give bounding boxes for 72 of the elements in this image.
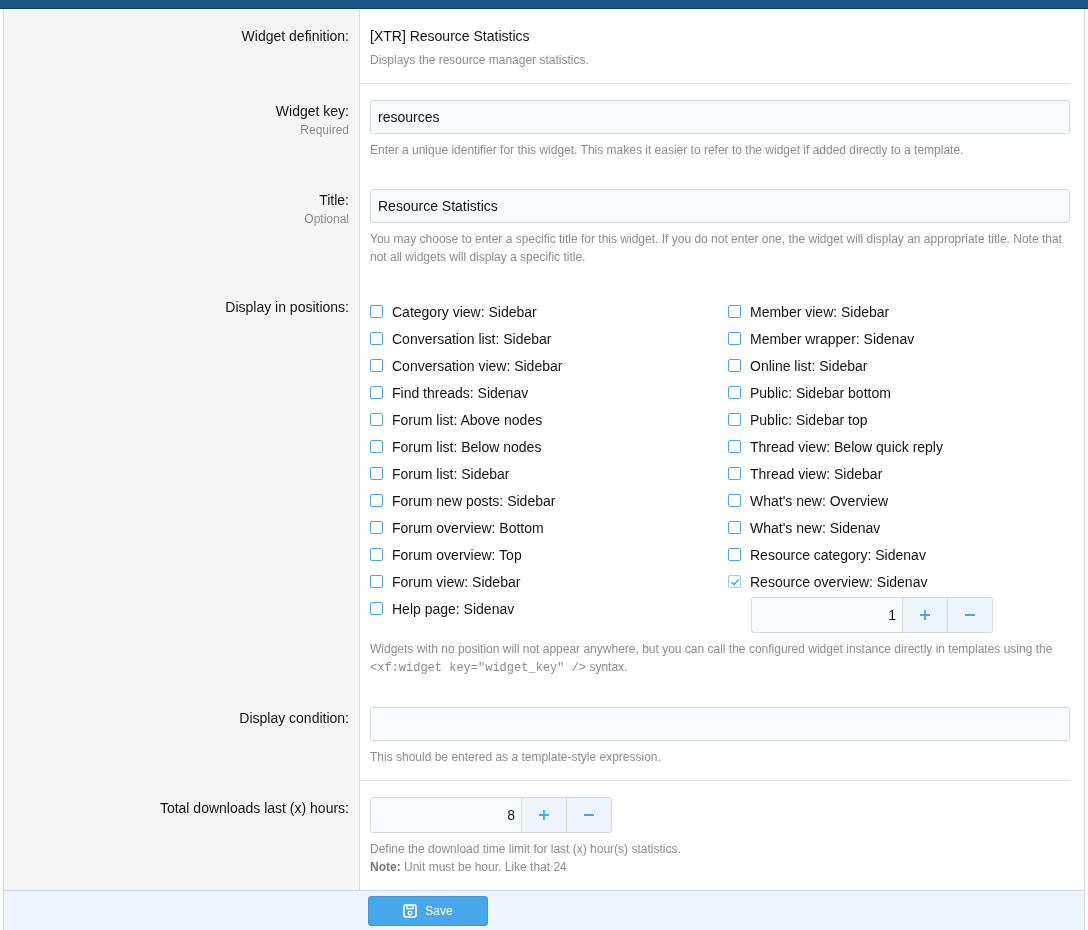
checkbox[interactable] bbox=[370, 332, 383, 345]
position-checkbox[interactable]: Category view: Sidebar bbox=[370, 298, 728, 325]
checkbox[interactable] bbox=[728, 575, 741, 588]
number-spinner[interactable]: 1 bbox=[751, 597, 993, 633]
position-checkbox[interactable]: Conversation view: Sidebar bbox=[370, 352, 728, 379]
number-spinner[interactable]: 8 bbox=[370, 797, 612, 833]
position-checkbox[interactable]: Thread view: Sidebar bbox=[728, 460, 1070, 487]
checkbox[interactable] bbox=[370, 305, 383, 318]
checkbox[interactable] bbox=[728, 386, 741, 399]
position-checkbox[interactable]: Conversation list: Sidebar bbox=[370, 325, 728, 352]
checkbox[interactable] bbox=[728, 305, 741, 318]
field-label: Total downloads last (x) hours: bbox=[159, 800, 349, 816]
input-field[interactable]: Resource Statistics bbox=[370, 189, 1070, 223]
position-checkbox[interactable]: What's new: Overview bbox=[728, 487, 1070, 514]
position-checkbox[interactable]: Member wrapper: Sidenav bbox=[728, 325, 1070, 352]
position-checkbox[interactable]: Forum list: Above nodes bbox=[370, 406, 728, 433]
optional-label: Optional bbox=[304, 212, 349, 226]
hint-text: Widgets with no position will not appear anywhere, but you can call the configured widget instance directly in templates using the <xf:widget key="widget_key" /> syntax. bbox=[370, 641, 1054, 677]
plus-icon bbox=[919, 609, 931, 621]
number-input[interactable]: 8 bbox=[371, 798, 521, 832]
position-checkbox[interactable]: Forum list: Below nodes bbox=[370, 433, 728, 460]
field-label: Display condition: bbox=[239, 710, 349, 726]
position-checkbox[interactable]: Online list: Sidebar bbox=[728, 352, 1070, 379]
position-checkbox[interactable]: Forum view: Sidebar bbox=[370, 568, 728, 595]
hint-text: You may choose to enter a specific title for this widget. If you do not enter one, the widget will display an appropriate title. Note that not all widgets will display a specific title. bbox=[370, 231, 1063, 266]
hint-text: Displays the resource manager statistics. bbox=[370, 52, 590, 69]
input-field[interactable]: resources bbox=[370, 100, 1070, 134]
checkbox[interactable] bbox=[728, 413, 741, 426]
checkbox[interactable] bbox=[370, 575, 383, 588]
position-checkbox[interactable]: Thread view: Below quick reply bbox=[728, 433, 1070, 460]
position-checkbox[interactable]: Public: Sidebar bottom bbox=[728, 379, 1070, 406]
position-checkbox[interactable]: Forum list: Sidebar bbox=[370, 460, 728, 487]
checkbox[interactable] bbox=[728, 548, 741, 561]
increment-button[interactable] bbox=[902, 598, 947, 632]
number-input[interactable]: 1 bbox=[752, 598, 902, 632]
position-checkbox[interactable]: Resource overview: Sidenav bbox=[728, 568, 1070, 595]
checkbox[interactable] bbox=[728, 521, 741, 534]
checkbox[interactable] bbox=[728, 467, 741, 480]
checkbox[interactable] bbox=[370, 548, 383, 561]
required-label: Required bbox=[300, 123, 349, 137]
field-label: Display in positions: bbox=[225, 299, 349, 315]
checkbox[interactable] bbox=[370, 602, 383, 615]
position-checkbox[interactable]: What's new: Sidenav bbox=[728, 514, 1070, 541]
checkbox[interactable] bbox=[370, 386, 383, 399]
checkbox[interactable] bbox=[370, 440, 383, 453]
field-label: Widget key: bbox=[275, 103, 349, 119]
position-checkbox[interactable]: Member view: Sidebar bbox=[728, 298, 1070, 325]
definition-value: [XTR] Resource Statistics bbox=[370, 27, 531, 44]
checkbox[interactable] bbox=[370, 521, 383, 534]
checkbox[interactable] bbox=[728, 494, 741, 507]
position-checkbox[interactable]: Public: Sidebar top bbox=[728, 406, 1070, 433]
position-checkbox[interactable]: Help page: Sidenav bbox=[370, 595, 728, 622]
position-checkbox[interactable]: Resource category: Sidenav bbox=[728, 541, 1070, 568]
checkbox[interactable] bbox=[370, 413, 383, 426]
checkbox[interactable] bbox=[370, 467, 383, 480]
hint-text: Enter a unique identifier for this widget. This makes it easier to refer to the widget if added directly to a template. bbox=[370, 142, 965, 159]
checkbox[interactable] bbox=[728, 440, 741, 453]
field-label: Title: bbox=[319, 192, 349, 208]
increment-button[interactable] bbox=[521, 798, 566, 832]
checkbox[interactable] bbox=[728, 359, 741, 372]
plus-icon bbox=[538, 809, 550, 821]
position-checkbox[interactable]: Forum new posts: Sidebar bbox=[370, 487, 728, 514]
hint-text: Define the download time limit for last (x) hour(s) statistics. Note: Unit must be hour. Like that 24 bbox=[370, 841, 682, 876]
hint-text: This should be entered as a template-style expression. bbox=[370, 749, 662, 766]
checkbox[interactable] bbox=[370, 494, 383, 507]
position-checkbox[interactable]: Find threads: Sidenav bbox=[370, 379, 728, 406]
position-checkbox[interactable]: Forum overview: Top bbox=[370, 541, 728, 568]
input-field[interactable] bbox=[370, 707, 1070, 741]
position-checkbox[interactable]: Forum overview: Bottom bbox=[370, 514, 728, 541]
checkbox[interactable] bbox=[370, 359, 383, 372]
checkbox[interactable] bbox=[728, 332, 741, 345]
field-label: Widget definition: bbox=[241, 28, 349, 44]
